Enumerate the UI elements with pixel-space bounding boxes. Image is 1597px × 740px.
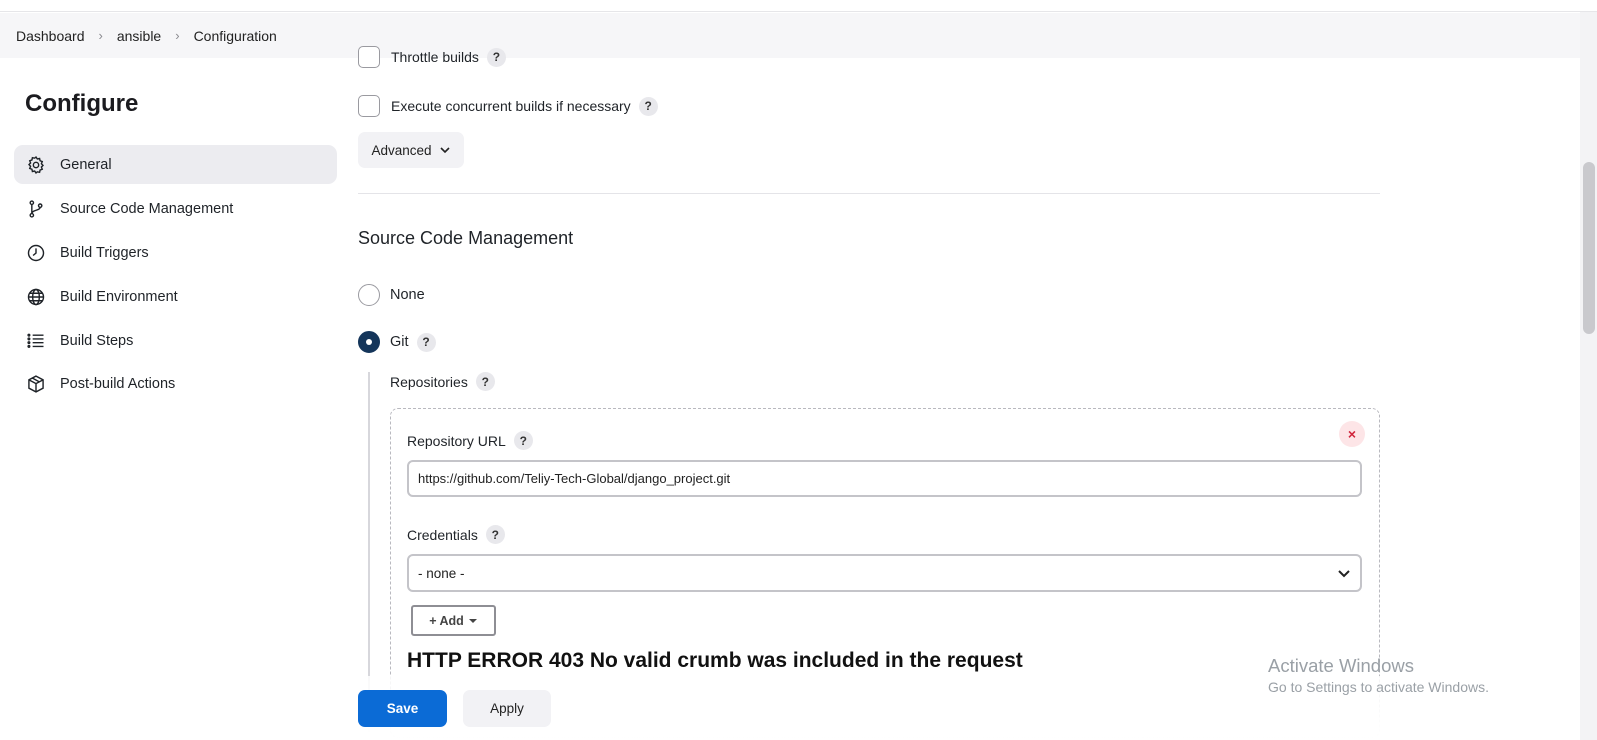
scrollbar-thumb[interactable] (1583, 162, 1595, 334)
section-divider (358, 193, 1380, 194)
close-icon[interactable]: × (1339, 421, 1365, 447)
concurrent-builds-label: Execute concurrent builds if necessary (391, 98, 631, 114)
scm-option-git[interactable]: Git ? (358, 331, 436, 353)
throttle-builds-row: Throttle builds ? (358, 46, 506, 68)
top-edge (0, 0, 1597, 12)
save-button[interactable]: Save (358, 690, 447, 727)
repositories-text: Repositories (390, 373, 468, 390)
error-message: HTTP ERROR 403 No valid crumb was includ… (407, 649, 1023, 672)
git-radio[interactable] (358, 331, 380, 353)
scm-option-none[interactable]: None (358, 284, 425, 306)
git-branch-icon (29, 199, 43, 218)
sidebar-item-label: Build Environment (60, 288, 178, 305)
throttle-builds-label: Throttle builds (391, 49, 479, 65)
package-icon (28, 374, 44, 393)
sidebar-item-general[interactable]: General (14, 145, 337, 184)
concurrent-builds-checkbox[interactable] (358, 95, 380, 117)
none-radio-label: None (390, 287, 425, 303)
apply-button[interactable]: Apply (463, 690, 551, 727)
breadcrumb-ansible[interactable]: ansible (117, 28, 161, 44)
sidebar-item-post-build-actions[interactable]: Post-build Actions (14, 364, 337, 403)
watermark-subtitle: Go to Settings to activate Windows. (1268, 679, 1489, 695)
clock-icon (27, 244, 45, 261)
sidebar-item-build-triggers[interactable]: Build Triggers (14, 233, 337, 272)
repositories-label: Repositories ? (390, 372, 495, 391)
activate-windows-watermark: Activate Windows Go to Settings to activ… (1268, 655, 1489, 695)
add-label: + Add (429, 613, 464, 628)
sidebar-item-build-environment[interactable]: Build Environment (14, 277, 337, 316)
repository-url-label: Repository URL ? (407, 431, 533, 450)
chevron-down-icon (439, 147, 450, 154)
help-icon[interactable]: ? (475, 372, 495, 391)
add-credentials-button[interactable]: + Add (411, 605, 496, 636)
concurrent-builds-row: Execute concurrent builds if necessary ? (358, 95, 658, 117)
help-icon[interactable]: ? (638, 96, 658, 116)
help-icon[interactable]: ? (513, 431, 533, 450)
sidebar-item-build-steps[interactable]: Build Steps (14, 321, 337, 360)
sidebar-item-source-code-management[interactable]: Source Code Management (14, 189, 337, 228)
globe-icon (27, 288, 45, 305)
sidebar-title: Configure (25, 90, 139, 117)
sidebar-item-label: Build Steps (60, 332, 134, 349)
throttle-builds-checkbox[interactable] (358, 46, 380, 68)
credentials-select[interactable]: - none - (407, 554, 1362, 592)
sidebar-item-label: Build Triggers (60, 244, 149, 261)
watermark-title: Activate Windows (1268, 655, 1414, 676)
sidebar-item-label: Source Code Management (60, 200, 234, 217)
git-radio-label: Git (390, 334, 409, 350)
advanced-button[interactable]: Advanced (358, 132, 464, 168)
help-icon[interactable]: ? (485, 525, 505, 544)
none-radio[interactable] (358, 284, 380, 306)
breadcrumb: Dashboard › ansible › Configuration (0, 13, 1580, 58)
credentials-label: Credentials ? (407, 525, 505, 544)
chevron-right-icon: › (175, 28, 180, 43)
gear-icon (28, 155, 44, 174)
credentials-value: - none - (418, 565, 465, 581)
scrollbar[interactable] (1580, 12, 1597, 740)
breadcrumb-dashboard[interactable]: Dashboard (16, 28, 85, 44)
chevron-right-icon: › (98, 28, 103, 43)
help-icon[interactable]: ? (416, 332, 436, 352)
breadcrumb-configuration[interactable]: Configuration (194, 28, 277, 44)
credentials-text: Credentials (407, 526, 478, 543)
config-form: Throttle builds ? Execute concurrent bui… (358, 46, 1405, 738)
sidebar-item-label: Post-build Actions (60, 375, 176, 392)
help-icon[interactable]: ? (486, 47, 506, 67)
scm-section-title: Source Code Management (358, 228, 574, 248)
repository-url-input[interactable] (407, 460, 1362, 497)
advanced-label: Advanced (371, 142, 432, 158)
repository-url-text: Repository URL (407, 432, 506, 449)
caret-down-icon (468, 618, 477, 623)
list-icon (27, 333, 44, 348)
sidebar-item-label: General (60, 156, 112, 173)
chevron-down-icon (1338, 570, 1350, 578)
